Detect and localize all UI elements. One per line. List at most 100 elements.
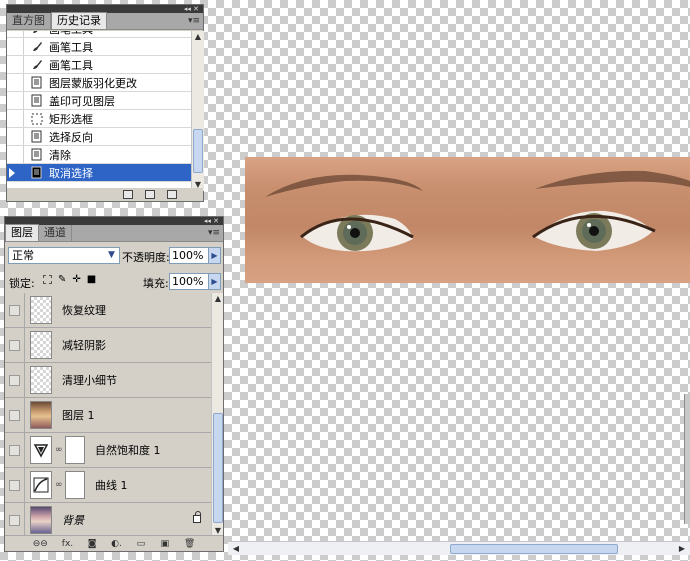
layer-row[interactable]: 减轻阴影 [5,327,211,363]
history-item[interactable]: 矩形选框 [7,110,191,128]
lock-all-icon[interactable]: ■ [87,274,96,285]
history-source-checkbox[interactable] [7,110,24,127]
history-item-label: 清除 [49,148,71,162]
history-item[interactable]: 选择反向 [7,128,191,146]
lock-brush-icon[interactable]: ✎ [58,274,66,285]
history-list: 画笔工具画笔工具画笔工具图层蒙版羽化更改盖印可见图层矩形选框选择反向清除取消选择 [7,31,191,191]
tab-histogram[interactable]: 直方图 [7,13,51,29]
opacity-arrow-icon[interactable]: ▶ [208,247,221,264]
eye-icon [9,304,20,316]
visibility-toggle[interactable] [5,432,25,468]
layer-thumbnail [30,296,52,324]
scroll-right-icon[interactable]: ▶ [676,543,688,555]
link-icon[interactable]: ∞ [55,480,63,490]
opacity-input[interactable]: 100% [169,247,209,264]
scroll-up-icon[interactable]: ▲ [212,293,224,305]
history-item[interactable]: 取消选择 [7,164,191,182]
scroll-up-icon[interactable]: ▲ [192,31,204,43]
link-icon[interactable]: ⊖⊖ [33,539,48,549]
history-source-checkbox[interactable] [7,164,24,181]
fx-icon[interactable]: fx. [62,539,73,549]
layer-name: 背景 [62,514,84,527]
lock-move-icon[interactable]: ✛ [72,274,80,285]
snapshot-icon[interactable] [145,190,155,199]
history-item[interactable]: 图层蒙版羽化更改 [7,74,191,92]
vibrance-icon [30,436,52,464]
blend-mode-select[interactable]: 正常 ▼ [8,247,120,264]
lock-icon [193,511,201,523]
layer-mask-thumbnail[interactable] [65,436,85,464]
trash-icon[interactable]: 🗑 [184,539,195,549]
scroll-left-icon[interactable]: ◀ [230,543,242,555]
layers-scroll-thumb[interactable] [213,413,223,523]
fill-input[interactable]: 100% [169,273,209,290]
history-source-checkbox[interactable] [7,31,24,37]
layer-row[interactable]: ∞ 自然饱和度 1 [5,432,211,468]
layer-thumbnail [30,331,52,359]
adjustment-icon[interactable]: ◐. [111,539,122,549]
document-icon [30,166,44,180]
new-layer-icon[interactable]: ▣ [160,539,170,549]
history-item[interactable]: 画笔工具 [7,38,191,56]
history-source-checkbox[interactable] [7,56,24,73]
layer-name: 清理小细节 [62,374,117,387]
history-item[interactable]: 画笔工具 [7,31,191,38]
history-item[interactable]: 画笔工具 [7,56,191,74]
layers-scrollbar[interactable]: ▲ ▼ [211,293,223,537]
layer-row[interactable]: 图层 1 [5,397,211,433]
trash-icon[interactable] [167,190,177,199]
visibility-toggle[interactable] [5,293,25,328]
eye-icon [9,409,20,421]
history-scroll-thumb[interactable] [193,129,203,173]
group-icon[interactable]: ▭ [136,539,146,549]
history-item-label: 盖印可见图层 [49,94,115,108]
history-source-checkbox[interactable] [7,146,24,163]
brush-icon [30,31,44,36]
mask-icon[interactable]: ◙ [87,539,97,549]
history-item[interactable]: 清除 [7,146,191,164]
layer-row[interactable]: 背景 [5,502,211,538]
layers-footer: ⊖⊖ fx. ◙ ◐. ▭ ▣ 🗑 [5,535,223,551]
layer-controls: 正常 ▼ 不透明度: 100% ▶ 锁定: ✎ ✛ ■ 填充: 100% ▶ [5,243,223,293]
history-source-checkbox[interactable] [7,74,24,91]
fill-arrow-icon[interactable]: ▶ [208,273,221,290]
history-source-checkbox[interactable] [7,38,24,55]
history-item-label: 图层蒙版羽化更改 [49,76,137,90]
curves-icon [30,471,52,499]
lock-transparent-icon[interactable] [43,275,52,284]
layer-row[interactable]: 清理小细节 [5,362,211,398]
canvas-scroll-thumb[interactable] [450,544,618,554]
marquee-icon [30,112,44,126]
tab-layers[interactable]: 图层 [5,224,39,241]
tab-history[interactable]: 历史记录 [51,12,107,29]
document-icon [30,76,44,90]
visibility-toggle[interactable] [5,397,25,433]
canvas-eye-image [245,157,690,283]
history-item[interactable]: 盖印可见图层 [7,92,191,110]
visibility-toggle[interactable] [5,502,25,538]
chevron-down-icon[interactable]: ▼ [105,249,118,262]
eye-icon [9,339,20,351]
visibility-toggle[interactable] [5,327,25,363]
layers-tabs: 图层 通道 ▾≡ [5,224,223,242]
history-source-checkbox[interactable] [7,92,24,109]
link-icon[interactable]: ∞ [55,445,63,455]
tab-channels[interactable]: 通道 [39,225,72,241]
canvas-horizontal-scrollbar[interactable]: ◀ ▶ [228,541,690,555]
history-source-checkbox[interactable] [7,128,24,145]
history-scrollbar[interactable]: ▲ ▼ [191,31,204,191]
visibility-toggle[interactable] [5,362,25,398]
history-item-label: 画笔工具 [49,31,93,37]
blend-mode-value: 正常 [12,249,34,262]
visibility-toggle[interactable] [5,467,25,503]
layer-mask-thumbnail[interactable] [65,471,85,499]
layer-row[interactable]: 恢复纹理 [5,293,211,328]
layer-name: 曲线 1 [95,479,128,492]
eye-icon [9,514,20,526]
panel-menu-icon[interactable]: ▾≡ [208,228,220,238]
layer-thumbnail [30,401,52,429]
panel-menu-icon[interactable]: ▾≡ [188,16,200,26]
new-document-icon[interactable] [123,190,133,199]
lock-label: 锁定: [9,277,35,290]
layer-row[interactable]: ∞ 曲线 1 [5,467,211,503]
